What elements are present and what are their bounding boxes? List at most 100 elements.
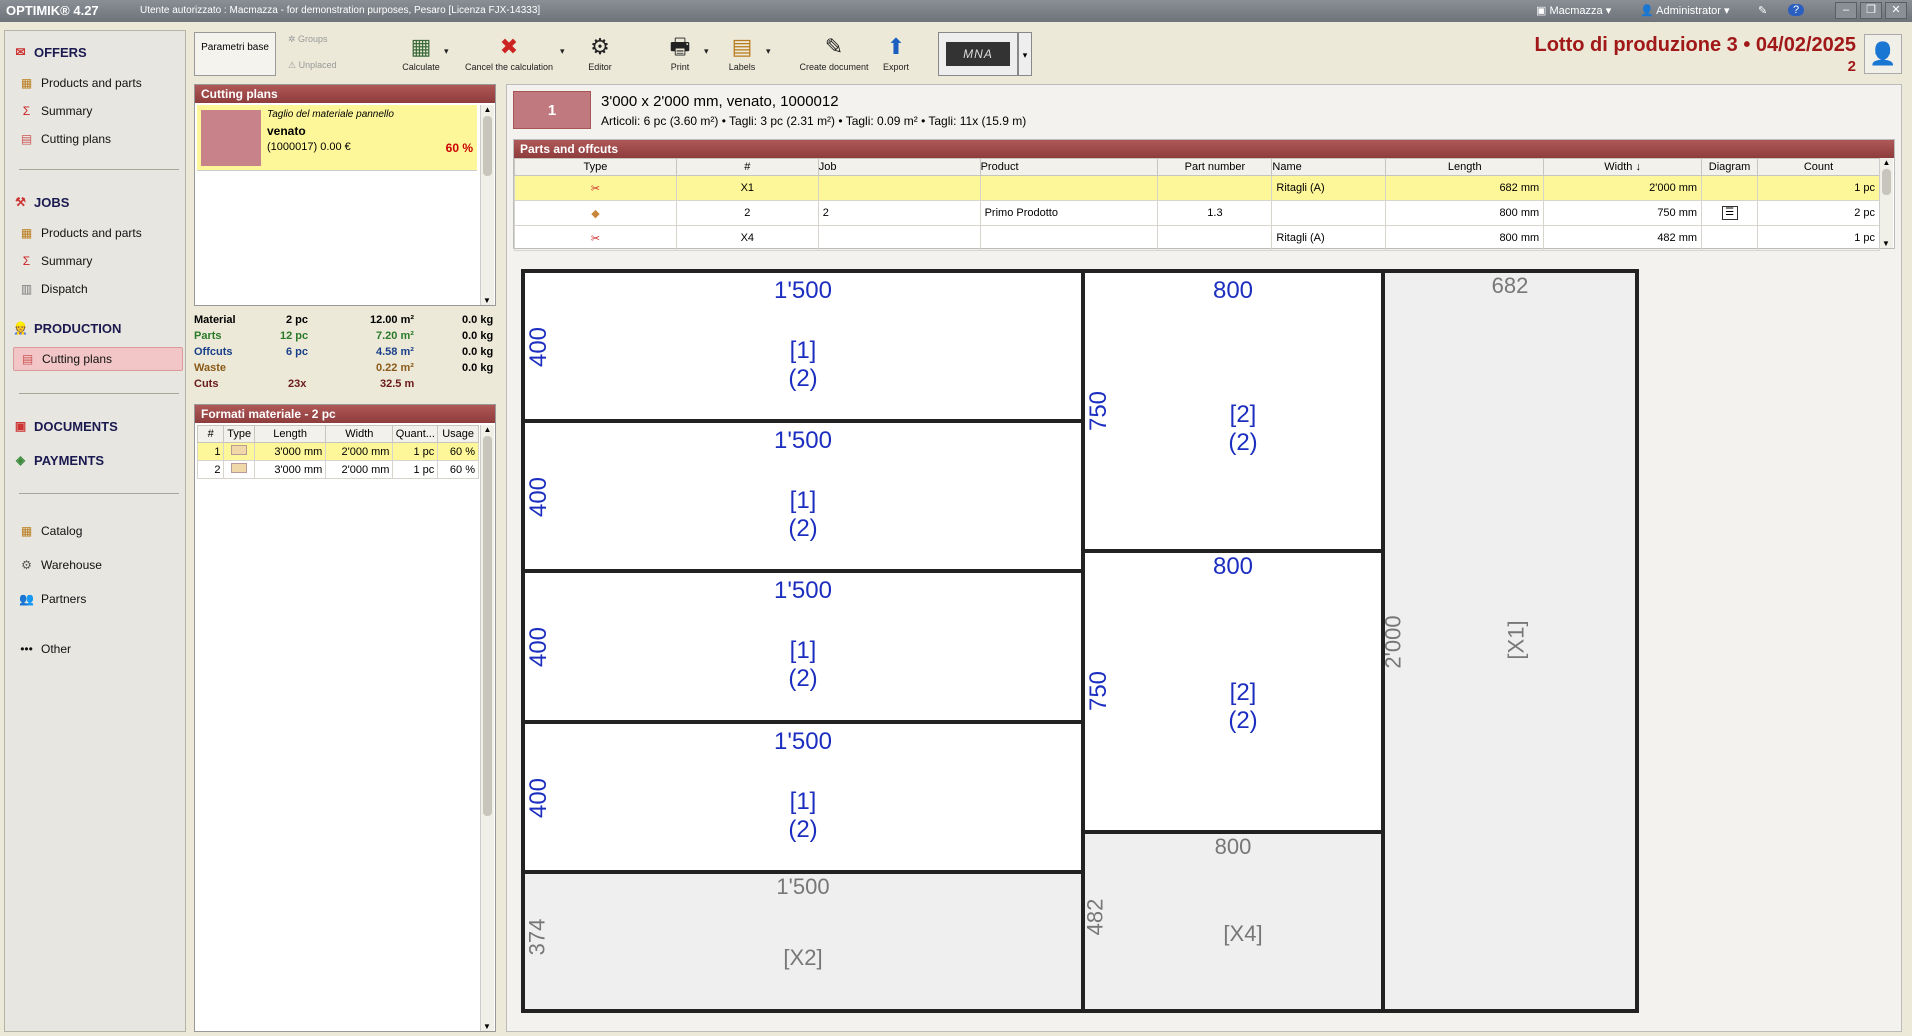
scroll-down-icon[interactable]: ▼: [481, 296, 493, 305]
table-row[interactable]: 1 3'000 mm 2'000 mm 1 pc 60 %: [196, 442, 479, 461]
pin-icon[interactable]: ✎: [1758, 4, 1767, 17]
close-button[interactable]: ✕: [1885, 2, 1907, 19]
stat-label: Material: [194, 314, 236, 326]
part-piece[interactable]: 1'500 400 [1] (2): [523, 571, 1083, 722]
cancel-calculation-button[interactable]: ✖ Cancel the calculation: [464, 32, 554, 72]
part-piece[interactable]: 1'500 400 [1] (2): [523, 271, 1083, 421]
groups-button[interactable]: ✲ Groups: [288, 34, 328, 45]
cutting-plan-icon: ▤: [20, 131, 33, 146]
cutting-diagram[interactable]: 1'500 400 [1] (2) 1'500 400 [1] (2) 1'500 …: [521, 269, 1661, 1013]
scroll-down-icon[interactable]: ▼: [1880, 239, 1892, 248]
sidebar-section-production[interactable]: 👷 PRODUCTION: [13, 321, 121, 336]
labels-dropdown[interactable]: ▾: [766, 46, 771, 57]
part-piece[interactable]: 1'500 400 [1] (2): [523, 421, 1083, 571]
help-icon[interactable]: ?: [1788, 4, 1804, 16]
unplaced-button[interactable]: ⚠ Unplaced: [288, 60, 337, 71]
sidebar-section-documents[interactable]: ▣ DOCUMENTS: [13, 419, 118, 434]
sidebar-item-offers-products[interactable]: ▦ Products and parts: [13, 71, 183, 95]
editor-button[interactable]: ⚙ Editor: [578, 32, 622, 72]
table-row[interactable]: ◆ 2 2 Primo Prodotto 1.3 800 mm 750 mm ☰…: [514, 200, 1880, 226]
stat-area: 0.22 m²: [376, 362, 414, 374]
column-header[interactable]: #: [196, 425, 225, 443]
stat-area: 12.00 m²: [370, 314, 415, 326]
column-header[interactable]: Length: [253, 425, 327, 443]
offcut-piece[interactable]: 1'500 374 [X2]: [523, 872, 1083, 1011]
column-header[interactable]: Job: [817, 158, 981, 176]
sheet-number-badge[interactable]: 1: [513, 91, 591, 129]
logo-dropdown[interactable]: ▾: [1018, 32, 1032, 76]
part-piece[interactable]: 800 750 [2] (2): [1083, 551, 1383, 832]
export-button[interactable]: ⬆ Export: [876, 32, 916, 72]
part-piece[interactable]: 1'500 400 [1] (2): [523, 722, 1083, 872]
logo-button[interactable]: MNA: [938, 32, 1018, 76]
cutting-plans-scrollbar[interactable]: ▲ ▼: [480, 105, 494, 305]
sidebar-item-catalog[interactable]: ▦ Catalog: [13, 519, 183, 543]
sidebar-item-other[interactable]: ••• Other: [13, 637, 183, 661]
labels-button[interactable]: ▤ Labels: [722, 32, 762, 72]
user-avatar-button[interactable]: 👤: [1864, 34, 1902, 74]
piece-length-label: 800: [1212, 277, 1254, 304]
column-header[interactable]: Part number: [1157, 158, 1273, 176]
piece-length-label: 1'500: [774, 427, 832, 454]
table-header-row: Type # Job Product Part number Name Leng…: [514, 158, 1880, 176]
column-header[interactable]: Width: [325, 425, 394, 443]
column-header[interactable]: #: [675, 158, 819, 176]
page-title: Lotto di produzione 3 • 04/02/2025: [1534, 34, 1856, 56]
sidebar-item-jobs-products[interactable]: ▦ Products and parts: [13, 221, 183, 245]
calculate-dropdown[interactable]: ▾: [444, 46, 449, 57]
sidebar-section-payments[interactable]: ◈ PAYMENTS: [13, 453, 104, 468]
scroll-thumb[interactable]: [483, 116, 492, 176]
parts-offcuts-table: Type # Job Product Part number Name Leng…: [514, 158, 1880, 251]
cancel-dropdown[interactable]: ▾: [560, 46, 565, 57]
diagram-icon[interactable]: ☰: [1701, 200, 1759, 226]
offers-icon: ✉: [15, 45, 26, 59]
scroll-up-icon[interactable]: ▲: [481, 105, 494, 114]
table-row[interactable]: ✂ X1 Ritagli (A) 682 mm 2'000 mm 1 pc: [514, 175, 1880, 201]
formats-scrollbar[interactable]: ▲ ▼: [480, 425, 494, 1031]
sidebar-item-production-cutting-plans[interactable]: ▤ Cutting plans: [13, 347, 183, 371]
part-piece[interactable]: 800 750 [2] (2): [1083, 271, 1383, 551]
sidebar-section-offers[interactable]: ✉ OFFERS: [13, 45, 86, 60]
column-header[interactable]: Usage: [437, 425, 479, 443]
offcut-piece[interactable]: 800 482 [X4]: [1082, 832, 1383, 1011]
stat-row: Waste 0.22 m² 0.0 kg: [194, 362, 496, 378]
row-width: 482 mm: [1543, 225, 1703, 251]
scroll-down-icon[interactable]: ▼: [481, 1022, 493, 1031]
sidebar-item-partners[interactable]: 👥 Partners: [13, 587, 183, 611]
calculate-button[interactable]: ▦ Calculate: [396, 32, 446, 72]
sidebar-section-jobs[interactable]: ⚒ JOBS: [13, 195, 69, 210]
table-row[interactable]: 2 3'000 mm 2'000 mm 1 pc 60 %: [196, 460, 479, 479]
scroll-up-icon[interactable]: ▲: [1880, 158, 1893, 167]
create-document-button[interactable]: ✎ Create document: [796, 32, 872, 72]
sidebar-item-offers-summary[interactable]: Σ Summary: [13, 99, 183, 123]
sidebar-item-offers-cutting-plans[interactable]: ▤ Cutting plans: [13, 127, 183, 151]
offcut-piece[interactable]: 682 2'000 [X1]: [1381, 271, 1637, 1011]
cutting-plan-card[interactable]: Taglio del materiale pannello venato (10…: [197, 105, 477, 171]
scroll-thumb[interactable]: [1882, 169, 1891, 195]
column-header[interactable]: Length: [1385, 158, 1545, 176]
sidebar-item-jobs-dispatch[interactable]: ▥ Dispatch: [13, 277, 183, 301]
sidebar-item-jobs-summary[interactable]: Σ Summary: [13, 249, 183, 273]
scroll-thumb[interactable]: [483, 436, 492, 816]
column-header[interactable]: Width ↓: [1543, 158, 1703, 176]
table-row[interactable]: ✂ X4 Ritagli (A) 800 mm 482 mm 1 pc: [514, 225, 1880, 251]
user-menu[interactable]: 👤 Administrator ▾: [1640, 4, 1730, 17]
row-product: Primo Prodotto: [979, 200, 1159, 226]
column-header[interactable]: Name: [1271, 158, 1387, 176]
column-header[interactable]: Quant...: [392, 425, 439, 443]
column-header[interactable]: Type: [223, 425, 255, 443]
parts-scrollbar[interactable]: ▲ ▼: [1879, 158, 1893, 248]
column-header[interactable]: Type: [514, 158, 677, 176]
print-button[interactable]: 🖶 Print: [660, 32, 700, 72]
restore-button[interactable]: ❐: [1860, 2, 1882, 19]
parametri-base-button[interactable]: Parametri base: [194, 32, 276, 76]
format-usage: 60 %: [437, 460, 479, 479]
column-header[interactable]: Product: [979, 158, 1159, 176]
minimize-button[interactable]: –: [1835, 2, 1857, 19]
print-dropdown[interactable]: ▾: [704, 46, 709, 57]
column-header[interactable]: Count: [1757, 158, 1880, 176]
company-menu[interactable]: ▣ Macmazza ▾: [1536, 4, 1611, 17]
scroll-up-icon[interactable]: ▲: [481, 425, 494, 434]
column-header[interactable]: Diagram: [1701, 158, 1759, 176]
sidebar-item-warehouse[interactable]: ⚙ Warehouse: [13, 553, 183, 577]
